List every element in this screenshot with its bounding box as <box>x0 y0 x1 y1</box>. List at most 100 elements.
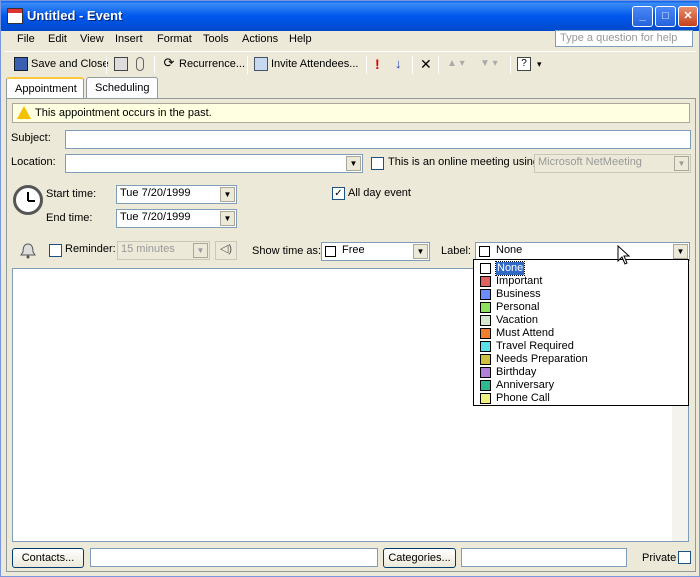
label-color-swatch <box>480 354 491 365</box>
label-dropdown-list: None Important Business Personal Vacation Mus… <box>473 259 689 406</box>
chevron-down-icon: ▼ <box>674 156 689 171</box>
reminder-bell-icon <box>20 243 36 259</box>
categories-input[interactable] <box>461 548 627 567</box>
menu-help[interactable]: Help <box>289 33 312 45</box>
location-input[interactable]: ▼ <box>65 154 363 173</box>
label-option-text: Must Attend <box>496 327 555 339</box>
all-day-checkbox[interactable]: ✓ <box>332 187 345 200</box>
label-option-text: Travel Required <box>496 340 574 352</box>
window-title: Untitled - Event <box>27 8 123 23</box>
chevron-down-icon[interactable]: ▼ <box>673 244 688 259</box>
recurrence-button[interactable]: ⟳ Recurrence... <box>160 55 247 75</box>
toolbar-separator <box>438 56 439 74</box>
reminder-checkbox[interactable] <box>49 244 62 257</box>
private-checkbox[interactable] <box>678 551 691 564</box>
chevron-down-icon[interactable]: ▼ <box>413 244 428 259</box>
start-date-input[interactable]: Tue 7/20/1999 ▼ <box>116 185 237 204</box>
info-bar: This appointment occurs in the past. <box>12 103 690 123</box>
label-swatch <box>479 246 490 257</box>
toolbar-separator <box>247 56 248 74</box>
ask-question-input[interactable]: Type a question for help <box>555 30 693 47</box>
label-color-swatch <box>480 328 491 339</box>
label-color-swatch <box>480 393 491 404</box>
show-time-select[interactable]: Free ▼ <box>321 242 430 261</box>
invite-label: Invite Attendees... <box>271 58 359 70</box>
menu-file[interactable]: File <box>17 33 35 45</box>
event-window: Untitled - Event _ □ ✕ File Edit View In… <box>0 0 700 577</box>
all-day-label: All day event <box>348 187 411 199</box>
tab-scheduling[interactable]: Scheduling <box>86 77 158 99</box>
save-close-label: Save and Close <box>31 58 109 70</box>
menu-edit[interactable]: Edit <box>48 33 67 45</box>
toolbar-separator <box>366 56 367 74</box>
save-icon <box>14 57 28 72</box>
clock-icon <box>13 185 43 215</box>
next-item-icon[interactable]: ▼ ▾ <box>478 55 500 75</box>
save-close-button[interactable]: Save and Close <box>12 55 111 75</box>
start-date-value: Tue 7/20/1999 <box>120 187 191 199</box>
close-icon[interactable]: ✕ <box>678 6 698 27</box>
chevron-down-icon[interactable]: ▼ <box>220 211 235 226</box>
label-option-text: Important <box>496 275 543 287</box>
label-option-text: Personal <box>496 301 540 313</box>
label-color-swatch <box>480 315 491 326</box>
ask-question-placeholder: Type a question for help <box>560 32 678 44</box>
recurrence-label: Recurrence... <box>179 58 246 70</box>
calendar-icon <box>7 8 23 24</box>
categories-button[interactable]: Categories... <box>383 548 456 568</box>
attach-button[interactable] <box>134 55 149 75</box>
label-option-text: Vacation <box>496 314 538 326</box>
toolbar: Save and Close ⟳ Recurrence... Invite Att… <box>4 51 696 75</box>
end-time-label: End time: <box>46 212 93 224</box>
high-importance-icon[interactable]: ! <box>373 55 382 75</box>
label-option-text: Business <box>496 288 541 300</box>
toolbar-separator <box>154 56 155 74</box>
invite-attendees-button[interactable]: Invite Attendees... <box>252 55 360 75</box>
recurrence-icon: ⟳ <box>163 55 175 71</box>
maximize-icon[interactable]: □ <box>655 6 676 27</box>
label-value: None <box>496 244 523 256</box>
print-button[interactable] <box>112 55 133 75</box>
menu-actions[interactable]: Actions <box>242 33 278 45</box>
free-swatch <box>325 246 336 257</box>
tab-appointment[interactable]: Appointment <box>6 77 84 100</box>
toolbar-separator <box>412 56 413 74</box>
menu-view[interactable]: View <box>80 33 104 45</box>
show-time-label: Show time as: <box>252 245 322 257</box>
sound-icon: ◁) <box>215 241 237 260</box>
show-time-value: Free <box>342 244 365 256</box>
label-color-swatch <box>480 276 491 287</box>
end-date-input[interactable]: Tue 7/20/1999 ▼ <box>116 209 237 228</box>
contacts-button[interactable]: Contacts... <box>12 548 84 568</box>
label-color-swatch <box>480 380 491 391</box>
reminder-label: Reminder: <box>65 243 116 255</box>
reminder-value: 15 minutes <box>121 243 175 255</box>
label-option-text: Birthday <box>496 366 537 378</box>
paperclip-icon <box>136 57 144 72</box>
toolbar-separator <box>510 56 511 74</box>
label-option-text: Anniversary <box>496 379 555 391</box>
online-meeting-value: Microsoft NetMeeting <box>538 156 642 168</box>
start-time-label: Start time: <box>46 188 97 200</box>
chevron-down-icon[interactable]: ▼ <box>220 187 235 202</box>
menu-tools[interactable]: Tools <box>203 33 229 45</box>
label-option-text: Needs Preparation <box>496 353 588 365</box>
menu-format[interactable]: Format <box>157 33 192 45</box>
help-icon: ? <box>517 57 531 72</box>
menu-insert[interactable]: Insert <box>115 33 143 45</box>
private-label: Private <box>642 552 677 564</box>
label-color-swatch <box>480 289 491 300</box>
help-button[interactable]: ? <box>515 55 536 75</box>
delete-icon[interactable]: ✕ <box>418 55 434 75</box>
previous-item-icon[interactable]: ▲ ▾ <box>445 55 467 75</box>
low-importance-icon[interactable]: ↓ <box>393 55 404 75</box>
chevron-down-icon[interactable]: ▼ <box>346 156 361 171</box>
online-meeting-checkbox[interactable] <box>371 157 384 170</box>
label-color-swatch <box>480 367 491 378</box>
subject-label: Subject: <box>11 132 51 144</box>
contacts-input[interactable] <box>90 548 378 567</box>
chevron-down-icon: ▼ <box>193 243 208 258</box>
toolbar-options-icon[interactable]: ▾ <box>535 55 544 75</box>
minimize-icon[interactable]: _ <box>632 6 653 27</box>
subject-input[interactable] <box>65 130 691 149</box>
